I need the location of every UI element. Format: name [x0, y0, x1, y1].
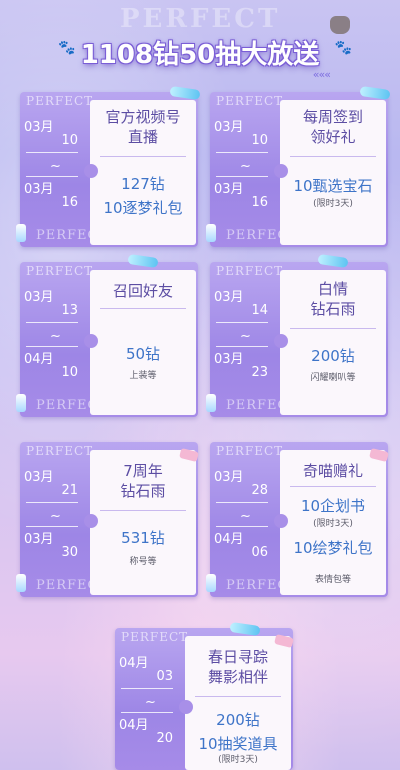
date-divider — [216, 322, 268, 323]
header-watermark: PERFECT — [120, 4, 281, 34]
end-date: 03月 30 — [24, 532, 78, 560]
date-range-tilde: ~ — [240, 329, 251, 344]
reward-note: 称号等 — [129, 557, 157, 567]
reward-line: 10甄选宝石 — [293, 177, 373, 195]
end-date: 04月 10 — [24, 352, 78, 380]
reward-note: 上装等 — [129, 371, 157, 381]
candle-icon — [206, 224, 216, 242]
event-title: 钻石雨 — [120, 482, 166, 500]
event-card-weekly-signin: PERFECT PERFECT 03月 10 ~ 03月 16 每周签到 领好礼 1… — [206, 85, 391, 247]
page-title: 1108钻50抽大放送 — [80, 40, 320, 70]
card-watermark: PERFECT — [216, 94, 284, 108]
candle-icon — [16, 224, 26, 242]
end-date: 04月 06 — [214, 532, 268, 560]
title-divider — [100, 308, 186, 309]
candle-icon — [206, 574, 216, 592]
title-divider — [290, 486, 376, 487]
arrows-icon: ««« — [312, 68, 331, 81]
event-title: 每周签到 — [302, 108, 363, 126]
reward-note: (限时3天) — [313, 519, 353, 529]
date-divider — [26, 526, 78, 527]
candle-icon — [206, 394, 216, 412]
start-date: 04月 03 — [119, 656, 173, 684]
cat-icon — [330, 16, 350, 34]
reward-line: 10绘梦礼包 — [293, 539, 373, 557]
event-title: 7周年 — [123, 462, 163, 480]
event-title: 白情 — [317, 280, 348, 298]
date-divider — [26, 176, 78, 177]
end-date: 03月 16 — [24, 182, 78, 210]
start-date: 03月 28 — [214, 470, 268, 498]
reward-note: (限时3天) — [218, 755, 258, 765]
end-date: 04月 20 — [119, 718, 173, 746]
start-date: 03月 10 — [24, 120, 78, 148]
date-divider — [216, 152, 268, 153]
date-divider — [26, 152, 78, 153]
title-divider — [195, 696, 281, 697]
candle-icon — [16, 574, 26, 592]
event-title: 春日寻踪 — [207, 648, 268, 666]
event-card-recall-friends: PERFECT PERFECT 03月 13 ~ 04月 10 召回好友 50钻 上… — [16, 253, 198, 417]
card-watermark: PERFECT — [26, 264, 94, 278]
start-date: 03月 13 — [24, 290, 78, 318]
candle-icon — [16, 394, 26, 412]
reward-line: 127钻 — [121, 175, 165, 193]
event-card-cat-gift: PERFECT PERFECT 03月 28 ~ 04月 06 奇喵赠礼 10企划书… — [206, 442, 389, 597]
event-title: 官方视频号 — [105, 108, 181, 126]
date-divider — [26, 346, 78, 347]
event-card-official-stream: PERFECT PERFECT 03月 10 ~ 03月 16 官方视频号 直播 1… — [16, 85, 201, 247]
header: PERFECT 🐾 🐾 1108钻50抽大放送 ««« — [0, 0, 400, 84]
event-title: 召回好友 — [112, 282, 173, 300]
date-range-tilde: ~ — [50, 509, 61, 524]
event-title: 领好礼 — [310, 128, 356, 146]
reward-line: 531钻 — [121, 529, 165, 547]
date-range-tilde: ~ — [240, 159, 251, 174]
event-title: 直播 — [127, 128, 158, 146]
card-watermark: PERFECT — [216, 264, 284, 278]
start-date: 03月 21 — [24, 470, 78, 498]
date-divider — [121, 688, 173, 689]
reward-note: (限时3天) — [313, 199, 353, 209]
card-watermark: PERFECT — [216, 444, 284, 458]
date-divider — [216, 346, 268, 347]
reward-line: 10逐梦礼包 — [103, 199, 183, 217]
card-watermark: PERFECT — [26, 94, 94, 108]
reward-line: 200钻 — [311, 347, 355, 365]
title-divider — [100, 156, 186, 157]
card-watermark: PERFECT — [121, 630, 189, 644]
event-title: 奇喵赠礼 — [302, 462, 363, 480]
date-divider — [121, 712, 173, 713]
reward-line: 50钻 — [125, 345, 161, 363]
reward-line: 200钻 — [216, 711, 260, 729]
reward-line: 10抽奖道具 — [198, 735, 278, 753]
date-divider — [216, 526, 268, 527]
date-range-tilde: ~ — [50, 159, 61, 174]
date-divider — [216, 176, 268, 177]
date-range-tilde: ~ — [240, 509, 251, 524]
date-range-tilde: ~ — [145, 695, 156, 710]
event-card-white-day: PERFECT PERFECT 03月 14 ~ 03月 23 白情 钻石雨 200… — [206, 253, 388, 417]
event-title: 钻石雨 — [310, 300, 356, 318]
start-date: 03月 14 — [214, 290, 268, 318]
start-date: 03月 10 — [214, 120, 268, 148]
title-divider — [290, 328, 376, 329]
reward-note: 闪耀喇叭等 — [310, 373, 356, 383]
end-date: 03月 16 — [214, 182, 268, 210]
card-watermark: PERFECT — [26, 444, 94, 458]
date-divider — [26, 502, 78, 503]
event-card-anniversary: PERFECT PERFECT 03月 21 ~ 03月 30 7周年 钻石雨 53… — [16, 442, 199, 597]
reward-line: 10企划书 — [300, 497, 366, 515]
reward-note: 表情包等 — [314, 575, 351, 585]
date-divider — [216, 502, 268, 503]
title-divider — [290, 156, 376, 157]
event-card-spring-trace: PERFECT 04月 03 ~ 04月 20 春日寻踪 舞影相伴 200钻 10抽… — [115, 621, 294, 770]
date-range-tilde: ~ — [50, 329, 61, 344]
end-date: 03月 23 — [214, 352, 268, 380]
title-divider — [100, 510, 186, 511]
date-divider — [26, 322, 78, 323]
ticket-notch — [84, 514, 98, 528]
event-title: 舞影相伴 — [207, 668, 268, 686]
